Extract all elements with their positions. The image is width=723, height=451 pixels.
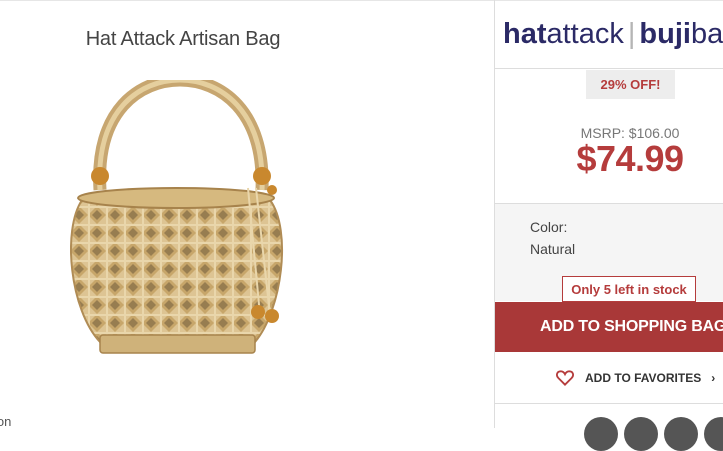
options-panel: Color: Natural Only 5 left in stock	[495, 204, 723, 302]
brand-name-1-bold: hat	[503, 18, 547, 50]
chevron-right-icon: ›	[711, 371, 716, 385]
brand-bar: hatattack | bujiba	[495, 0, 723, 69]
social-share-icon[interactable]	[664, 417, 698, 451]
social-share-icon[interactable]	[624, 417, 658, 451]
brand-name-1-rest: attack	[546, 18, 624, 50]
brand-name-2-rest: ba	[690, 18, 723, 50]
add-to-favorites-button[interactable]: ADD TO FAVORITES ›	[555, 368, 715, 388]
heart-icon	[556, 370, 574, 386]
stock-badge: Only 5 left in stock	[562, 276, 696, 302]
sale-price: $74.99	[576, 138, 684, 179]
brand-logo[interactable]: hatattack | bujiba	[503, 18, 723, 51]
add-to-shopping-bag-button[interactable]: ADD TO SHOPPING BAG›	[495, 302, 723, 352]
product-image-column: Hat Attack Artisan Bag ion	[0, 0, 494, 429]
brand-separator: |	[627, 18, 636, 50]
discount-badge: 29% OFF!	[586, 70, 675, 99]
product-image[interactable]	[70, 80, 288, 370]
add-to-favorites-label: ADD TO FAVORITES	[585, 371, 702, 385]
color-label: Color:	[530, 219, 568, 235]
color-value: Natural	[530, 241, 576, 257]
product-title: Hat Attack Artisan Bag	[85, 28, 281, 50]
social-share-icon[interactable]	[704, 417, 723, 451]
social-share-icon[interactable]	[584, 417, 618, 451]
add-to-bag-label: ADD TO SHOPPING BAG	[540, 318, 723, 335]
favorites-divider	[495, 403, 723, 404]
product-info-panel: hatattack | bujiba 29% OFF! MSRP: $106.00 …	[494, 0, 723, 451]
partial-text: ion	[0, 414, 12, 429]
brand-name-2-bold: buji	[639, 18, 691, 50]
